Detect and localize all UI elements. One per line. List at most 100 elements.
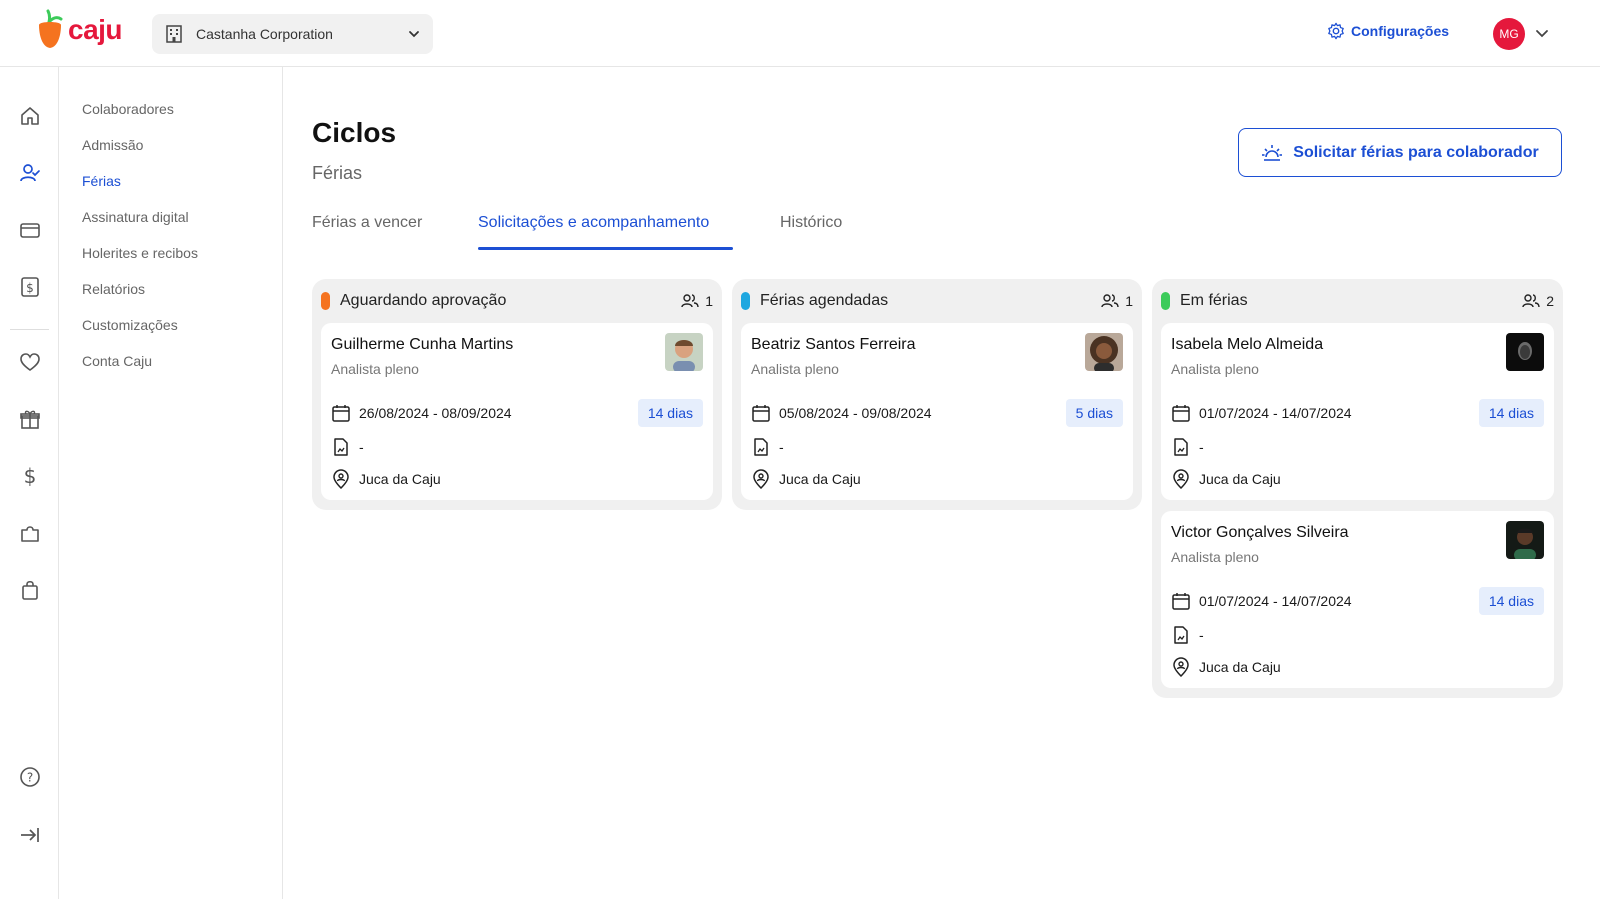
help-icon[interactable]: ? xyxy=(18,765,42,789)
location-user-icon xyxy=(333,469,349,489)
user-avatar[interactable]: MG xyxy=(1493,18,1525,50)
tab-ferias-a-vencer[interactable]: Férias a vencer xyxy=(312,214,422,232)
calendar-icon xyxy=(752,405,770,422)
subnav-item-holerites[interactable]: Holerites e recibos xyxy=(82,245,198,261)
column-on-vacation: Em férias 2 Isabela Melo Almeida Analist… xyxy=(1152,279,1563,698)
gift-icon[interactable] xyxy=(18,407,42,431)
employee-card[interactable]: Victor Gonçalves Silveira Analista pleno… xyxy=(1161,511,1554,688)
settings-label: Configurações xyxy=(1351,23,1450,39)
gear-icon xyxy=(1328,22,1344,40)
home-icon[interactable] xyxy=(18,104,42,128)
settings-link[interactable]: Configurações xyxy=(1327,22,1449,40)
days-badge: 14 dias xyxy=(1478,587,1544,615)
employee-name: Guilherme Cunha Martins xyxy=(331,336,514,353)
vacation-period: 01/07/2024 - 14/07/2024 xyxy=(1199,593,1352,609)
people-icon[interactable] xyxy=(18,161,42,185)
user-menu-chevron-icon[interactable] xyxy=(1534,25,1550,41)
people-count-icon xyxy=(1522,294,1540,308)
employee-photo xyxy=(1085,333,1123,371)
employee-name: Victor Gonçalves Silveira xyxy=(1171,524,1349,541)
people-count-icon xyxy=(681,294,699,308)
approver-name: Juca da Caju xyxy=(1199,471,1281,487)
column-scheduled: Férias agendadas 1 Beatriz Santos Ferrei… xyxy=(732,279,1142,510)
svg-text:$: $ xyxy=(26,281,34,295)
employee-name: Isabela Melo Almeida xyxy=(1171,336,1324,353)
employee-card[interactable]: Guilherme Cunha Martins Analista pleno 2… xyxy=(321,323,713,500)
approver-row: Juca da Caju xyxy=(331,469,441,489)
employee-role: Analista pleno xyxy=(751,361,839,377)
approver-name: Juca da Caju xyxy=(779,471,861,487)
period-row: 26/08/2024 - 08/09/2024 xyxy=(331,403,512,423)
document-value: - xyxy=(359,439,364,455)
period-row: 01/07/2024 - 14/07/2024 xyxy=(1171,591,1352,611)
document-value: - xyxy=(1199,627,1204,643)
vacation-period: 05/08/2024 - 09/08/2024 xyxy=(779,405,932,421)
column-header: Aguardando aprovação 1 xyxy=(321,291,713,311)
days-badge: 5 dias xyxy=(1065,399,1123,427)
approver-row: Juca da Caju xyxy=(1171,469,1281,489)
column-title: Aguardando aprovação xyxy=(340,292,507,309)
money-icon[interactable]: $ xyxy=(18,275,42,299)
svg-text:$: $ xyxy=(24,465,37,487)
company-name: Castanha Corporation xyxy=(196,26,333,42)
column-header: Em férias 2 xyxy=(1161,291,1554,311)
heart-icon[interactable] xyxy=(18,350,42,374)
subnav-item-ferias[interactable]: Férias xyxy=(82,173,121,189)
employee-role: Analista pleno xyxy=(331,361,419,377)
shopping-bag-icon[interactable] xyxy=(18,578,42,602)
employee-role: Analista pleno xyxy=(1171,549,1259,565)
sun-icon xyxy=(1262,144,1283,161)
employee-photo xyxy=(1506,333,1544,371)
subnav-item-colaboradores[interactable]: Colaboradores xyxy=(82,101,174,117)
employee-role: Analista pleno xyxy=(1171,361,1259,377)
caju-logo[interactable]: caju xyxy=(36,9,123,51)
location-user-icon xyxy=(753,469,769,489)
building-icon xyxy=(166,25,182,43)
tab-historico[interactable]: Histórico xyxy=(780,214,842,232)
subnav-item-relatorios[interactable]: Relatórios xyxy=(82,281,145,297)
puzzle-icon[interactable] xyxy=(18,521,42,545)
request-vacation-button[interactable]: Solicitar férias para colaborador xyxy=(1238,128,1562,177)
approver-name: Juca da Caju xyxy=(359,471,441,487)
page-title: Ciclos xyxy=(312,117,397,148)
document-value: - xyxy=(779,439,784,455)
employee-name: Beatriz Santos Ferreira xyxy=(751,336,916,353)
status-color-dot xyxy=(321,292,330,310)
employee-card[interactable]: Isabela Melo Almeida Analista pleno 01/0… xyxy=(1161,323,1554,500)
column-count: 1 xyxy=(681,293,713,309)
card-icon[interactable] xyxy=(18,218,42,242)
section-nav: Colaboradores Admissão Férias Assinatura… xyxy=(59,67,283,899)
employee-card[interactable]: Beatriz Santos Ferreira Analista pleno 0… xyxy=(741,323,1133,500)
company-selector[interactable]: Castanha Corporation xyxy=(152,14,433,54)
dollar-icon[interactable]: $ xyxy=(18,464,42,488)
document-row: - xyxy=(1171,625,1204,645)
document-icon xyxy=(1174,626,1188,644)
calendar-icon xyxy=(1172,593,1190,610)
subnav-item-admissao[interactable]: Admissão xyxy=(82,137,143,153)
document-row: - xyxy=(1171,437,1204,457)
days-badge: 14 dias xyxy=(637,399,703,427)
subnav-item-assinatura-digital[interactable]: Assinatura digital xyxy=(82,209,189,225)
calendar-icon xyxy=(1172,405,1190,422)
vacation-period: 01/07/2024 - 14/07/2024 xyxy=(1199,405,1352,421)
document-icon xyxy=(754,438,768,456)
subnav-item-conta-caju[interactable]: Conta Caju xyxy=(82,353,152,369)
document-icon xyxy=(1174,438,1188,456)
column-count: 1 xyxy=(1101,293,1133,309)
document-row: - xyxy=(331,437,364,457)
collapse-icon[interactable] xyxy=(18,823,42,847)
column-title: Em férias xyxy=(1180,292,1248,309)
tab-solicitacoes[interactable]: Solicitações e acompanhamento xyxy=(478,214,709,232)
request-vacation-label: Solicitar férias para colaborador xyxy=(1293,143,1539,161)
calendar-icon xyxy=(332,405,350,422)
svg-text:?: ? xyxy=(27,771,33,785)
column-awaiting-approval: Aguardando aprovação 1 Guilherme Cunha M… xyxy=(312,279,722,510)
people-count-icon xyxy=(1101,294,1119,308)
subnav-item-customizacoes[interactable]: Customizações xyxy=(82,317,178,333)
period-row: 01/07/2024 - 14/07/2024 xyxy=(1171,403,1352,423)
employee-photo xyxy=(1506,521,1544,559)
cashew-logo-icon xyxy=(39,9,63,48)
status-color-dot xyxy=(741,292,750,310)
document-icon xyxy=(334,438,348,456)
column-count-value: 1 xyxy=(705,293,713,309)
